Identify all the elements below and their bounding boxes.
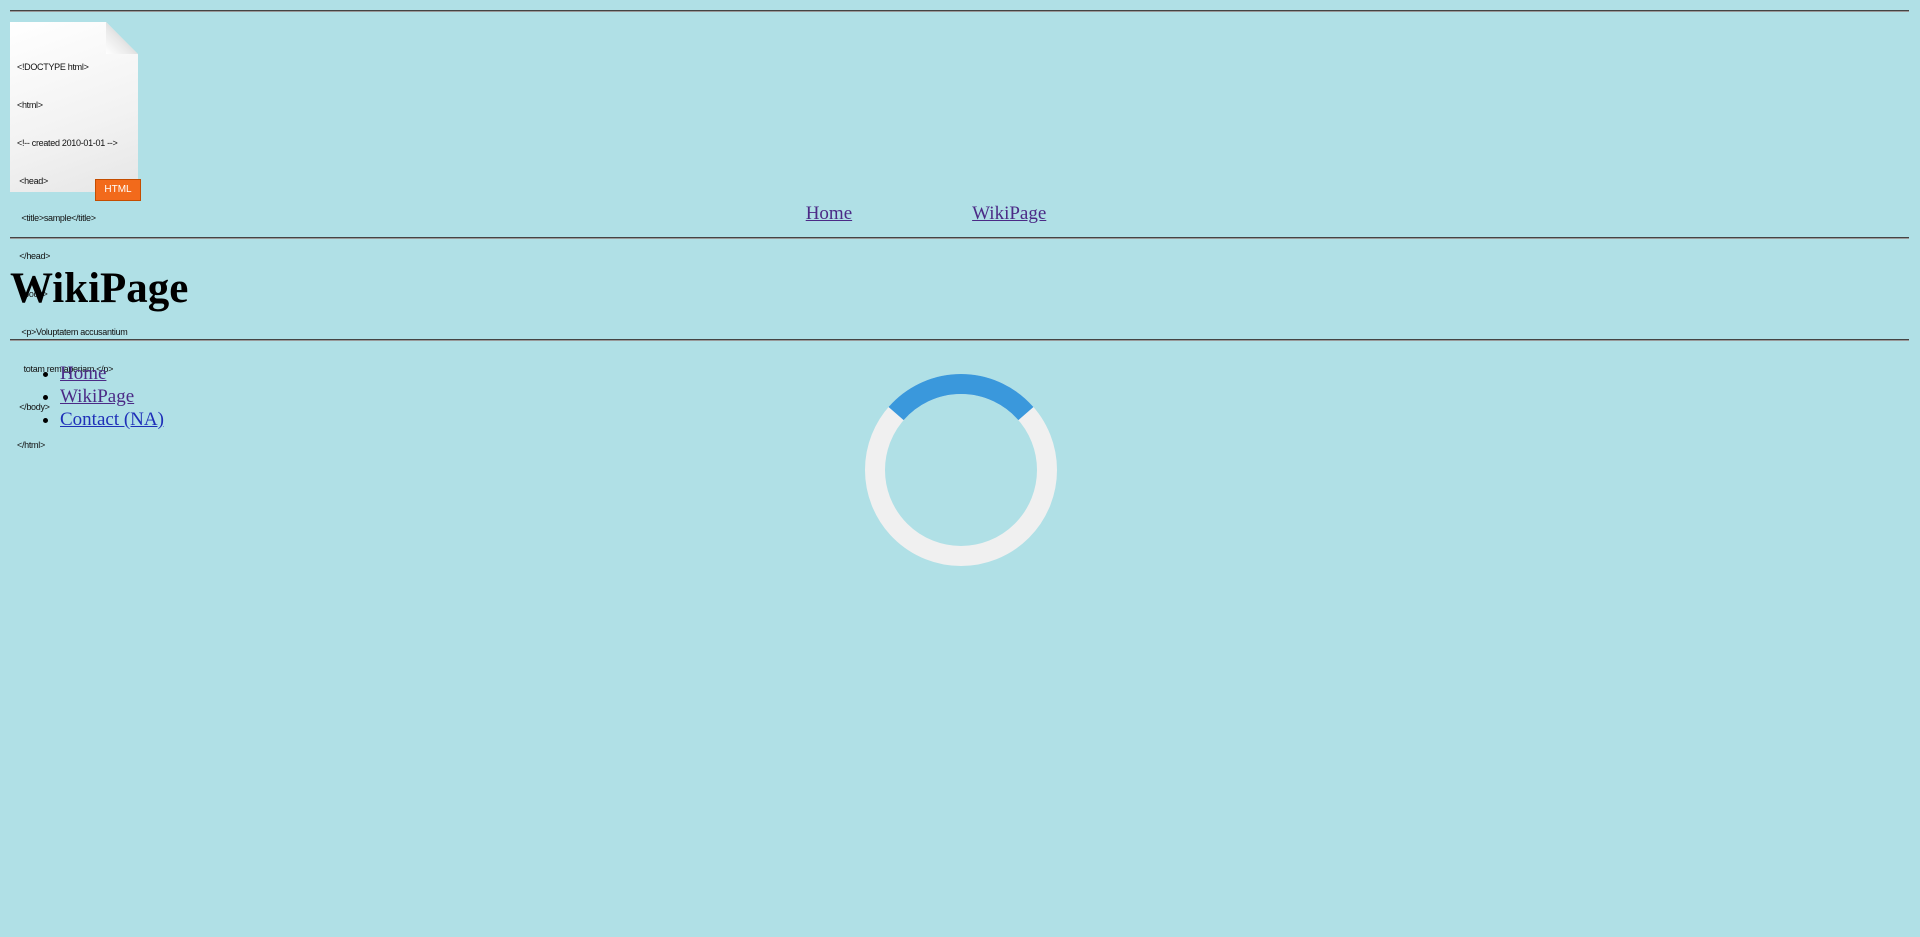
loading-spinner-icon	[865, 374, 1057, 566]
sidebar-link-wikipage[interactable]: WikiPage	[60, 386, 134, 407]
content-divider	[10, 339, 1909, 341]
list-item: WikiPage	[60, 385, 164, 408]
nav-link-home[interactable]: Home	[806, 203, 852, 224]
top-divider	[10, 10, 1909, 12]
spinner-arc	[888, 374, 1034, 421]
sidebar-link-contact[interactable]: Contact (NA)	[60, 409, 164, 430]
nav-link-wikipage[interactable]: WikiPage	[972, 203, 1046, 224]
list-item: Home	[60, 362, 164, 385]
logo-code-line: <p>Voluptatem accusantium	[17, 326, 128, 337]
logo-code-line: <!DOCTYPE html>	[17, 62, 89, 73]
html-file-logo: <!DOCTYPE html> <html> <!-- created 2010…	[10, 22, 141, 450]
logo-code-line: <html>	[17, 99, 43, 110]
list-item: Contact (NA)	[60, 408, 164, 431]
page-title: WikiPage	[10, 265, 189, 312]
logo-code-line: <!-- created 2010-01-01 -->	[17, 137, 118, 148]
sidebar-link-home[interactable]: Home	[60, 363, 106, 384]
sidebar-link-list: Home WikiPage Contact (NA)	[10, 362, 164, 431]
header-divider	[10, 237, 1909, 239]
html-badge: HTML	[95, 179, 141, 201]
top-navigation: Home WikiPage	[0, 203, 1920, 225]
logo-code-line: </html>	[17, 440, 45, 450]
